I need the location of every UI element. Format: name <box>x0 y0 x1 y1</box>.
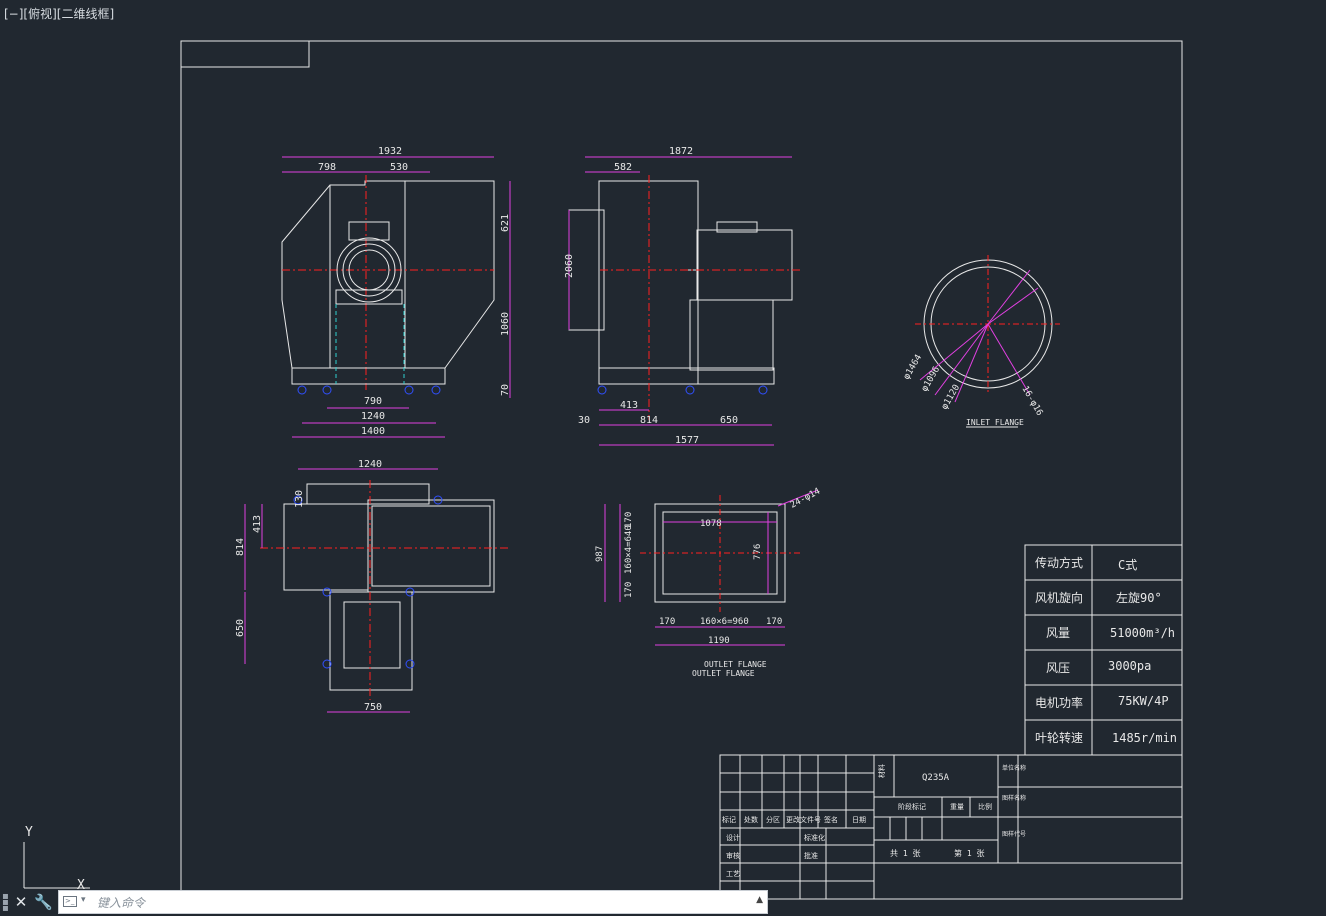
dim-text: 987 <box>595 546 605 562</box>
front-dimensions <box>282 156 511 438</box>
dim-text: 790 <box>364 396 382 407</box>
command-input[interactable] <box>95 892 749 914</box>
spec-key: 风压 <box>1046 661 1070 675</box>
title-block <box>719 754 1183 900</box>
header-cell: 日期 <box>852 816 866 824</box>
dim-text: 1190 <box>708 636 730 646</box>
sheet-this: 第 1 张 <box>954 848 984 858</box>
dim-text: 530 <box>390 162 408 173</box>
spec-val: 75KW/4P <box>1118 694 1169 708</box>
dim-text: 1240 <box>361 411 385 422</box>
dim-text: 1400 <box>361 426 385 437</box>
header-cell: 签名 <box>824 815 838 824</box>
stage-label: 重量 <box>950 803 964 811</box>
drawing-canvas[interactable]: 1932 798 530 790 1240 1400 621 1060 70 1… <box>0 0 1326 916</box>
side-label: 图样代号 <box>1002 830 1026 838</box>
side-label: 图样名称 <box>1002 794 1026 802</box>
inlet-flange-text: φ1464 φ1096 φ1120 16-φ16 INLET FLANGE <box>902 353 1044 428</box>
front-dimension-text: 1932 798 530 790 1240 1400 621 1060 70 <box>318 146 511 437</box>
dim-text: 413 <box>620 400 638 411</box>
sheet-total: 共 1 张 <box>890 849 920 858</box>
dim-text: 1872 <box>669 146 693 157</box>
dim-text: φ1464 <box>902 353 924 381</box>
stage-label: 阶段标记 <box>898 802 926 811</box>
header-cell: 更改文件号 <box>786 815 821 824</box>
spec-key: 电机功率 <box>1035 695 1083 710</box>
spec-val: 3000pa <box>1108 659 1151 673</box>
dim-text: 1060 <box>500 312 511 336</box>
chevron-up-icon[interactable]: ▲ <box>756 895 763 905</box>
top-dimension-text: 1240 130 413 814 650 750 <box>235 459 382 713</box>
material-text: Q235A <box>922 773 950 783</box>
dim-text: 130 <box>294 490 305 508</box>
dim-text: 814 <box>235 538 246 556</box>
dim-text: 170 <box>624 582 634 598</box>
dim-text: 582 <box>614 162 632 173</box>
drag-handle-icon[interactable]: ▪ ▪ ▪ <box>2 892 9 914</box>
dim-text: 70 <box>500 384 511 396</box>
dim-text: 16-φ16 <box>1019 385 1044 418</box>
ucs-y-label: Y <box>25 825 33 840</box>
side-label: 材料 <box>877 764 886 778</box>
header-cell: 标记 <box>722 815 736 824</box>
spec-val: C式 <box>1118 558 1137 572</box>
dim-text: φ1120 <box>940 383 962 411</box>
dim-text: 30 <box>578 415 590 426</box>
side-dimensions <box>568 156 792 446</box>
left-row-label: 设计 <box>726 833 740 842</box>
spec-val: 左旋90° <box>1116 590 1162 605</box>
dim-text: 814 <box>640 415 658 426</box>
dim-text: 160×4=640 <box>624 525 634 574</box>
left-row-label: 工艺 <box>726 870 740 878</box>
dim-text: 170 <box>659 617 675 627</box>
spec-key: 风机旋向 <box>1035 590 1083 605</box>
side-view <box>568 175 800 420</box>
outlet-flange-text: 1078 170 160×4=640 987 776 170 170 160×6… <box>595 487 822 678</box>
wrench-icon[interactable]: 🔧 <box>34 892 53 912</box>
dim-text: 776 <box>753 544 763 560</box>
stage-label: 比例 <box>978 802 992 811</box>
side-label: 单位名称 <box>1002 764 1026 772</box>
command-prompt-icon[interactable]: >_ <box>63 896 77 907</box>
chevron-down-icon[interactable]: ▾ <box>81 895 86 905</box>
side-dimension-text: 1872 582 2060 30 413 814 650 1577 <box>564 146 738 446</box>
left-row-label: 审核 <box>726 851 740 860</box>
header-cell: 分区 <box>766 815 780 824</box>
spec-key: 传动方式 <box>1035 555 1083 570</box>
dim-text: 1577 <box>675 435 699 446</box>
dim-text: 650 <box>720 415 738 426</box>
ucs-icon: Y X <box>23 825 90 893</box>
inlet-flange-view <box>915 255 1060 403</box>
spec-key: 叶轮转速 <box>1035 730 1083 745</box>
dim-text: 2060 <box>564 254 575 278</box>
inlet-flange-label: INLET FLANGE <box>966 418 1024 427</box>
spec-val: 51000m³/h <box>1110 626 1175 640</box>
dim-text: 413 <box>252 515 263 533</box>
spec-key: 风量 <box>1046 626 1070 640</box>
outlet-flange-label: OUTLET FLANGE <box>692 669 755 678</box>
command-input-box[interactable]: >_ ▾ ▲ <box>58 890 768 914</box>
dim-text: 1932 <box>378 146 402 157</box>
outlet-flange-label: OUTLET FLANGE <box>704 660 767 669</box>
front-view <box>281 175 495 395</box>
dim-text: 1078 <box>700 519 722 529</box>
mid-row-label: 标准化 <box>804 833 825 842</box>
dim-text: 1240 <box>358 459 382 470</box>
spec-val: 1485r/min <box>1112 731 1177 745</box>
dim-text: 798 <box>318 162 336 173</box>
spec-table <box>1024 544 1183 756</box>
dim-text: 650 <box>235 619 246 637</box>
dim-text: 170 <box>766 617 782 627</box>
command-line: ▪▪▪ ✕ 🔧 >_ ▾ ▲ <box>0 888 770 916</box>
close-icon[interactable]: ✕ <box>12 892 30 912</box>
dim-text: 160×6=960 <box>700 617 749 627</box>
dim-text: 750 <box>364 702 382 713</box>
top-view <box>260 480 510 700</box>
dim-text: 621 <box>500 214 511 232</box>
header-cell: 处数 <box>744 815 758 824</box>
dim-text: 24-φ14 <box>789 487 822 511</box>
mid-row-label: 批准 <box>804 851 818 860</box>
